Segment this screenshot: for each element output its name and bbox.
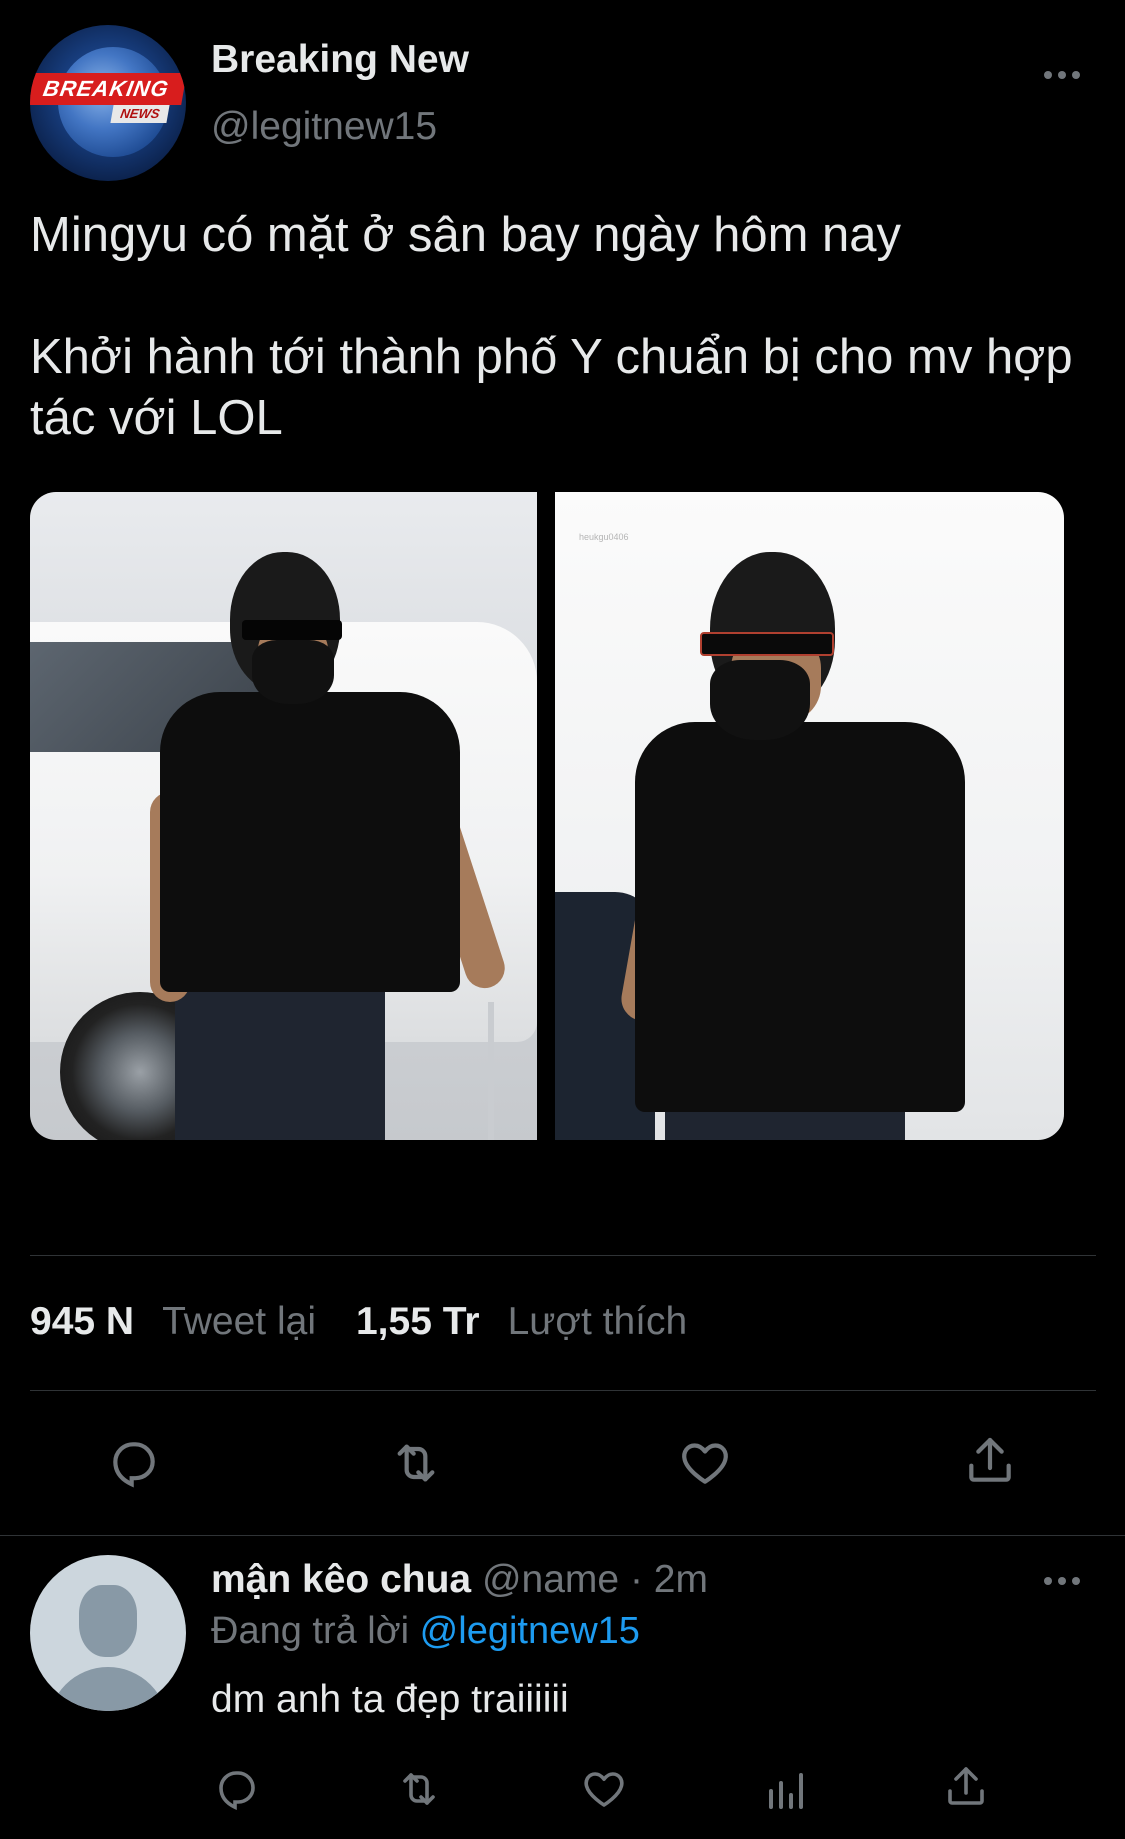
divider [30, 1390, 1096, 1391]
reply-text: dm anh ta đẹp traiiiiii [211, 1678, 569, 1721]
reply-header: mận kêo chua @name · 2m [211, 1558, 708, 1602]
author-handle[interactable]: @legitnew15 [211, 105, 437, 149]
reply-avatar[interactable] [30, 1555, 186, 1711]
divider [30, 1255, 1096, 1256]
author-display-name[interactable]: Breaking New [211, 38, 469, 82]
more-options-icon[interactable] [1044, 1577, 1080, 1585]
reply-retweet-icon[interactable] [393, 1765, 445, 1813]
reply-time[interactable]: 2m [654, 1558, 708, 1601]
analytics-icon[interactable] [761, 1767, 809, 1815]
reply-like-icon[interactable] [580, 1765, 628, 1813]
tweet-text: Mingyu có mặt ở sân bay ngày hôm nay Khở… [30, 208, 1073, 445]
retweet-count[interactable]: 945 N [30, 1300, 134, 1344]
replying-prefix: Đang trả lời [211, 1610, 410, 1652]
replying-to-link[interactable]: @legitnew15 [420, 1610, 640, 1652]
tweet-stats: 945 N Tweet lại 1,55 Tr Lượt thích [30, 1300, 727, 1344]
avatar-logo-breaking: BREAKING [30, 73, 186, 105]
tweet-photo-2[interactable]: heukgu0406 [555, 492, 1064, 1140]
tweet-media: heukgu0406 [30, 492, 1064, 1140]
reply-author-handle[interactable]: @name [482, 1558, 619, 1601]
author-avatar[interactable]: BREAKING NEWS [30, 25, 186, 181]
retweet-icon[interactable] [386, 1435, 446, 1491]
reply-icon[interactable] [106, 1435, 162, 1491]
replying-to: Đang trả lời @legitnew15 [211, 1610, 640, 1653]
like-label[interactable]: Lượt thích [508, 1300, 688, 1344]
more-options-icon[interactable] [1044, 71, 1080, 79]
reply-share-icon[interactable] [942, 1763, 990, 1811]
divider [0, 1535, 1125, 1536]
photo-watermark: heukgu0406 [579, 532, 629, 542]
share-icon[interactable] [962, 1433, 1018, 1489]
reply-reply-icon[interactable] [213, 1765, 261, 1813]
retweet-label[interactable]: Tweet lại [162, 1300, 316, 1344]
like-count[interactable]: 1,55 Tr [356, 1300, 480, 1344]
avatar-logo-news: NEWS [110, 105, 170, 123]
reply-separator: · [629, 1558, 643, 1601]
reply-author-name[interactable]: mận kêo chua [211, 1558, 471, 1601]
tweet-photo-1[interactable] [30, 492, 537, 1140]
like-icon[interactable] [677, 1435, 733, 1491]
